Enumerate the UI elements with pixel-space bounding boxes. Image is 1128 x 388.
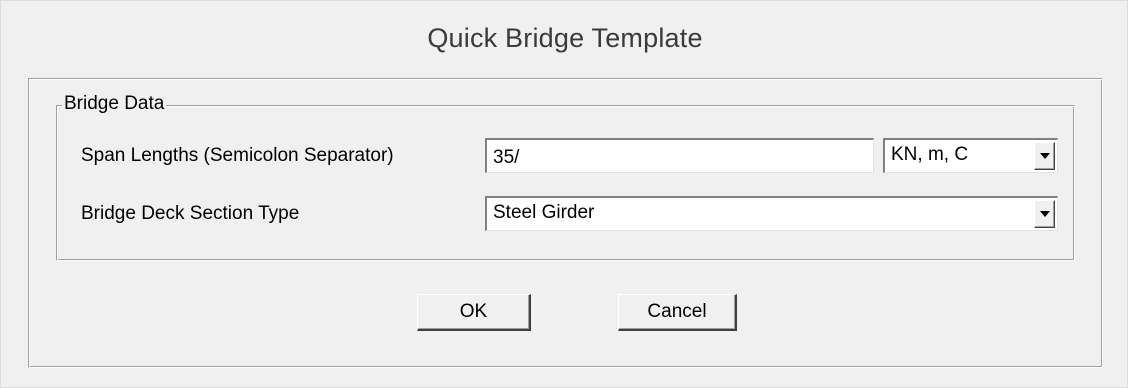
ok-button[interactable]: OK — [417, 294, 531, 331]
units-selected-value: KN, m, C — [891, 144, 969, 165]
span-lengths-input[interactable] — [485, 138, 874, 173]
span-lengths-label: Span Lengths (Semicolon Separator) — [81, 145, 394, 166]
deck-section-selected-value: Steel Girder — [493, 202, 595, 223]
deck-section-type-select[interactable]: Steel Girder — [485, 196, 1058, 231]
chevron-down-icon — [1040, 211, 1050, 217]
units-select[interactable]: KN, m, C — [883, 138, 1058, 173]
units-dropdown-button[interactable] — [1034, 142, 1055, 170]
deck-section-dropdown-button[interactable] — [1034, 200, 1055, 228]
bridge-data-groupbox — [56, 105, 1075, 261]
deck-section-type-label: Bridge Deck Section Type — [81, 203, 300, 224]
chevron-down-icon — [1040, 153, 1050, 159]
cancel-button[interactable]: Cancel — [618, 294, 737, 331]
bridge-data-group-label: Bridge Data — [62, 93, 167, 115]
quick-bridge-template-dialog: Quick Bridge Template Bridge Data Span L… — [0, 0, 1128, 388]
dialog-title: Quick Bridge Template — [427, 23, 703, 53]
